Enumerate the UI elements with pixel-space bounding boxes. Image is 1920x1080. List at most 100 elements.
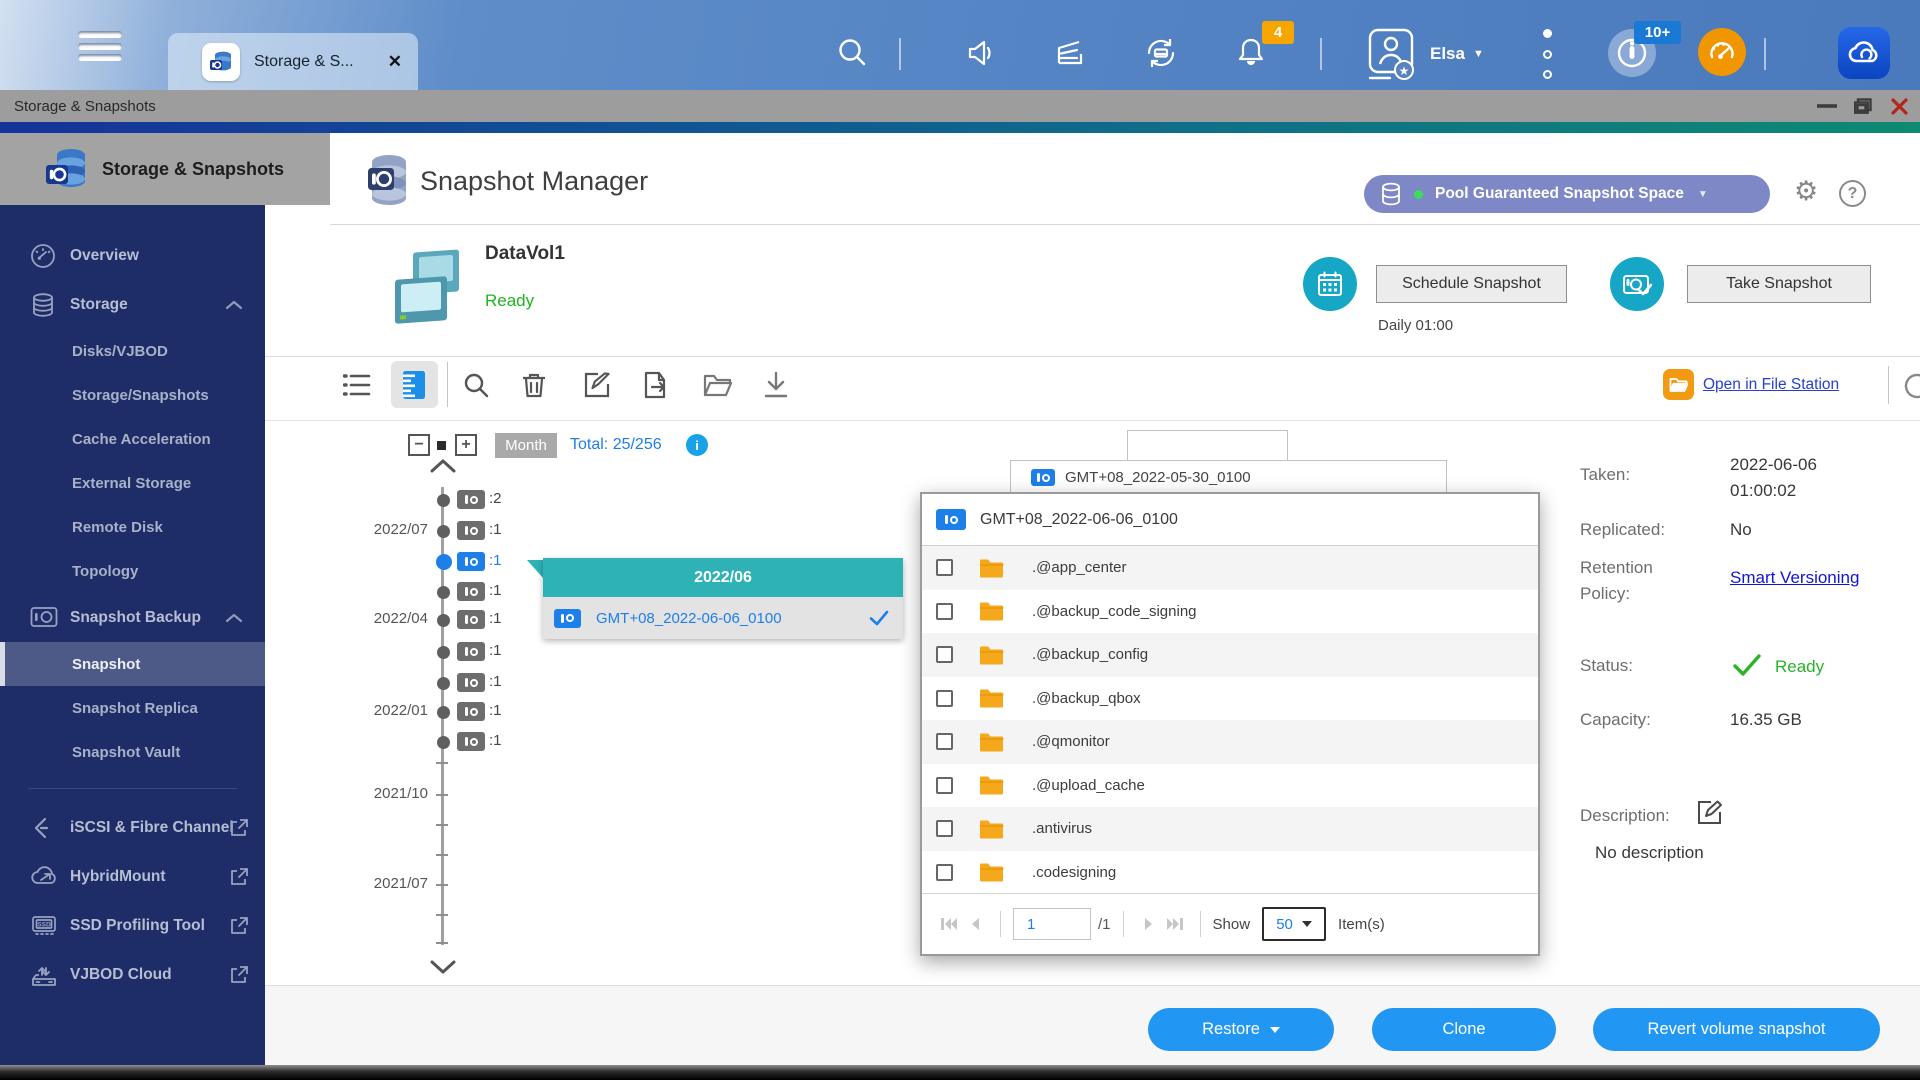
folder-checkbox[interactable] (936, 603, 953, 620)
folder-row[interactable]: .@backup_config (922, 633, 1538, 677)
folder-checkbox[interactable] (936, 777, 953, 794)
timeline-node-dot[interactable] (437, 494, 450, 507)
timeline-node-dot[interactable] (437, 646, 450, 659)
list-view-icon[interactable] (341, 369, 373, 401)
folder-row[interactable]: .@backup_code_signing (922, 590, 1538, 634)
timeline-view-icon[interactable] (398, 369, 430, 401)
schedule-snapshot-button[interactable]: Schedule Snapshot (1376, 265, 1567, 303)
sidebar-item-snapshot-backup[interactable]: Snapshot Backup (0, 593, 265, 642)
delete-snapshot-icon[interactable] (518, 369, 550, 401)
take-snapshot-button[interactable]: Take Snapshot (1687, 265, 1871, 303)
main-menu-icon[interactable] (78, 31, 122, 61)
snapshot-camera-icon[interactable] (457, 490, 485, 509)
info-icon[interactable]: i (686, 434, 708, 456)
more-options-icon[interactable] (1539, 29, 1555, 79)
sidebar-item-cache-acceleration[interactable]: Cache Acceleration (0, 417, 265, 461)
sidebar-item-ssd-profiling-tool[interactable]: SSDSSD Profiling Tool (0, 901, 265, 950)
timeline-node-dot[interactable] (437, 736, 450, 749)
sidebar-item-topology[interactable]: Topology (0, 549, 265, 593)
snapshot-camera-icon[interactable] (457, 610, 485, 629)
refresh-icon[interactable] (1902, 371, 1920, 401)
file-station-folder-icon[interactable] (1663, 369, 1694, 400)
sidebar-item-disks-vjbod[interactable]: Disks/VJBOD (0, 329, 265, 373)
schedule-snapshot-icon[interactable] (1303, 257, 1357, 311)
background-tasks-icon[interactable] (1047, 30, 1093, 76)
edit-description-icon[interactable] (1697, 800, 1723, 826)
retention-policy-link[interactable]: Smart Versioning (1730, 568, 1859, 588)
download-snapshot-icon[interactable] (760, 369, 792, 401)
prev-page-icon[interactable] (962, 911, 988, 937)
folder-checkbox[interactable] (936, 864, 953, 881)
sidebar-item-storage[interactable]: Storage (0, 280, 265, 329)
sidebar-item-snapshot-replica[interactable]: Snapshot Replica (0, 686, 265, 730)
snapshot-camera-icon[interactable] (457, 582, 485, 601)
timeline-node-dot[interactable] (437, 614, 450, 627)
folder-row[interactable]: .antivirus (922, 807, 1538, 851)
search-snapshot-icon[interactable] (460, 369, 492, 401)
page-number-input[interactable] (1013, 908, 1091, 940)
myqnapcloud-icon[interactable] (1838, 27, 1890, 79)
folder-row[interactable]: .@backup_qbox (922, 677, 1538, 721)
folder-checkbox[interactable] (936, 646, 953, 663)
restore-button[interactable]: Restore (1148, 1008, 1334, 1051)
clone-button[interactable]: Clone (1372, 1008, 1556, 1051)
help-icon[interactable]: ? (1839, 180, 1866, 207)
snapshot-camera-icon[interactable] (457, 521, 485, 540)
folder-row[interactable]: .@qmonitor (922, 720, 1538, 764)
timeline-scroll-up-icon[interactable] (430, 459, 456, 473)
sidebar-item-external-storage[interactable]: External Storage (0, 461, 265, 505)
sidebar-item-iscsi-fibre-channel[interactable]: iSCSI & Fibre Channel (0, 803, 265, 852)
timeline-zoom-in-button[interactable]: + (455, 434, 477, 456)
app-tab-close-icon[interactable]: ✕ (388, 52, 402, 72)
timeline-node-dot[interactable] (437, 706, 450, 719)
timeline-node-dot[interactable] (436, 554, 452, 570)
browse-folder-icon[interactable] (702, 369, 734, 401)
open-in-file-station-link[interactable]: Open in File Station (1703, 376, 1839, 394)
export-snapshot-icon[interactable] (640, 369, 672, 401)
sidebar-item-storage-snapshots[interactable]: Storage/Snapshots (0, 373, 265, 417)
user-menu[interactable]: ★ Elsa ▼ (1364, 26, 1484, 82)
dashboard-gauge-icon[interactable] (1698, 28, 1746, 76)
timeline-node-dot[interactable] (437, 677, 450, 690)
announcement-icon[interactable] (959, 30, 1005, 76)
next-page-icon[interactable] (1136, 911, 1162, 937)
last-page-icon[interactable] (1162, 911, 1188, 937)
app-tab-storage-snapshots[interactable]: Storage & S... ✕ (168, 33, 418, 90)
snapshot-row-selected[interactable]: GMT+08_2022-06-06_0100 (543, 597, 903, 639)
snapshot-camera-icon[interactable] (457, 642, 485, 661)
timeline-zoom-out-button[interactable]: − (408, 434, 430, 456)
folder-checkbox[interactable] (936, 820, 953, 837)
folder-row[interactable]: .@upload_cache (922, 764, 1538, 808)
timeline-node-dot[interactable] (437, 586, 450, 599)
edit-snapshot-icon[interactable] (581, 369, 613, 401)
snapshot-camera-icon[interactable] (457, 673, 485, 692)
window-maximize-icon[interactable] (1848, 90, 1878, 122)
sidebar-item-snapshot-vault[interactable]: Snapshot Vault (0, 730, 265, 774)
first-page-icon[interactable] (936, 911, 962, 937)
revert-volume-snapshot-button[interactable]: Revert volume snapshot (1593, 1008, 1880, 1051)
window-minimize-icon[interactable] (1812, 90, 1842, 122)
snapshot-camera-icon[interactable] (457, 732, 485, 751)
sidebar-item-snapshot[interactable]: Snapshot (0, 642, 265, 686)
sync-backup-icon[interactable] (1138, 30, 1184, 76)
sidebar-item-hybridmount[interactable]: HybridMount (0, 852, 265, 901)
timeline-scroll-down-icon[interactable] (430, 960, 456, 974)
snapshot-camera-icon[interactable] (457, 702, 485, 721)
search-icon[interactable] (830, 30, 876, 76)
take-snapshot-icon[interactable] (1610, 257, 1664, 311)
folder-row[interactable]: .codesigning (922, 851, 1538, 895)
sidebar-item-overview[interactable]: Overview (0, 231, 265, 280)
sidebar-item-vjbod-cloud[interactable]: VJBOD Cloud (0, 950, 265, 999)
pool-guaranteed-snapshot-space-button[interactable]: Pool Guaranteed Snapshot Space ▼ (1364, 175, 1770, 213)
folder-row[interactable]: .@app_center (922, 546, 1538, 590)
folder-checkbox[interactable] (936, 690, 953, 707)
window-close-icon[interactable] (1884, 90, 1914, 122)
snapshot-camera-icon[interactable] (457, 552, 485, 571)
folder-checkbox[interactable] (936, 733, 953, 750)
page-size-select[interactable]: 50 (1262, 907, 1326, 941)
timeline-node-dot[interactable] (437, 525, 450, 538)
settings-gear-icon[interactable]: ⚙ (1794, 178, 1818, 205)
folder-checkbox[interactable] (936, 559, 953, 576)
sidebar-item-remote-disk[interactable]: Remote Disk (0, 505, 265, 549)
chevron-up-icon[interactable] (225, 300, 243, 310)
